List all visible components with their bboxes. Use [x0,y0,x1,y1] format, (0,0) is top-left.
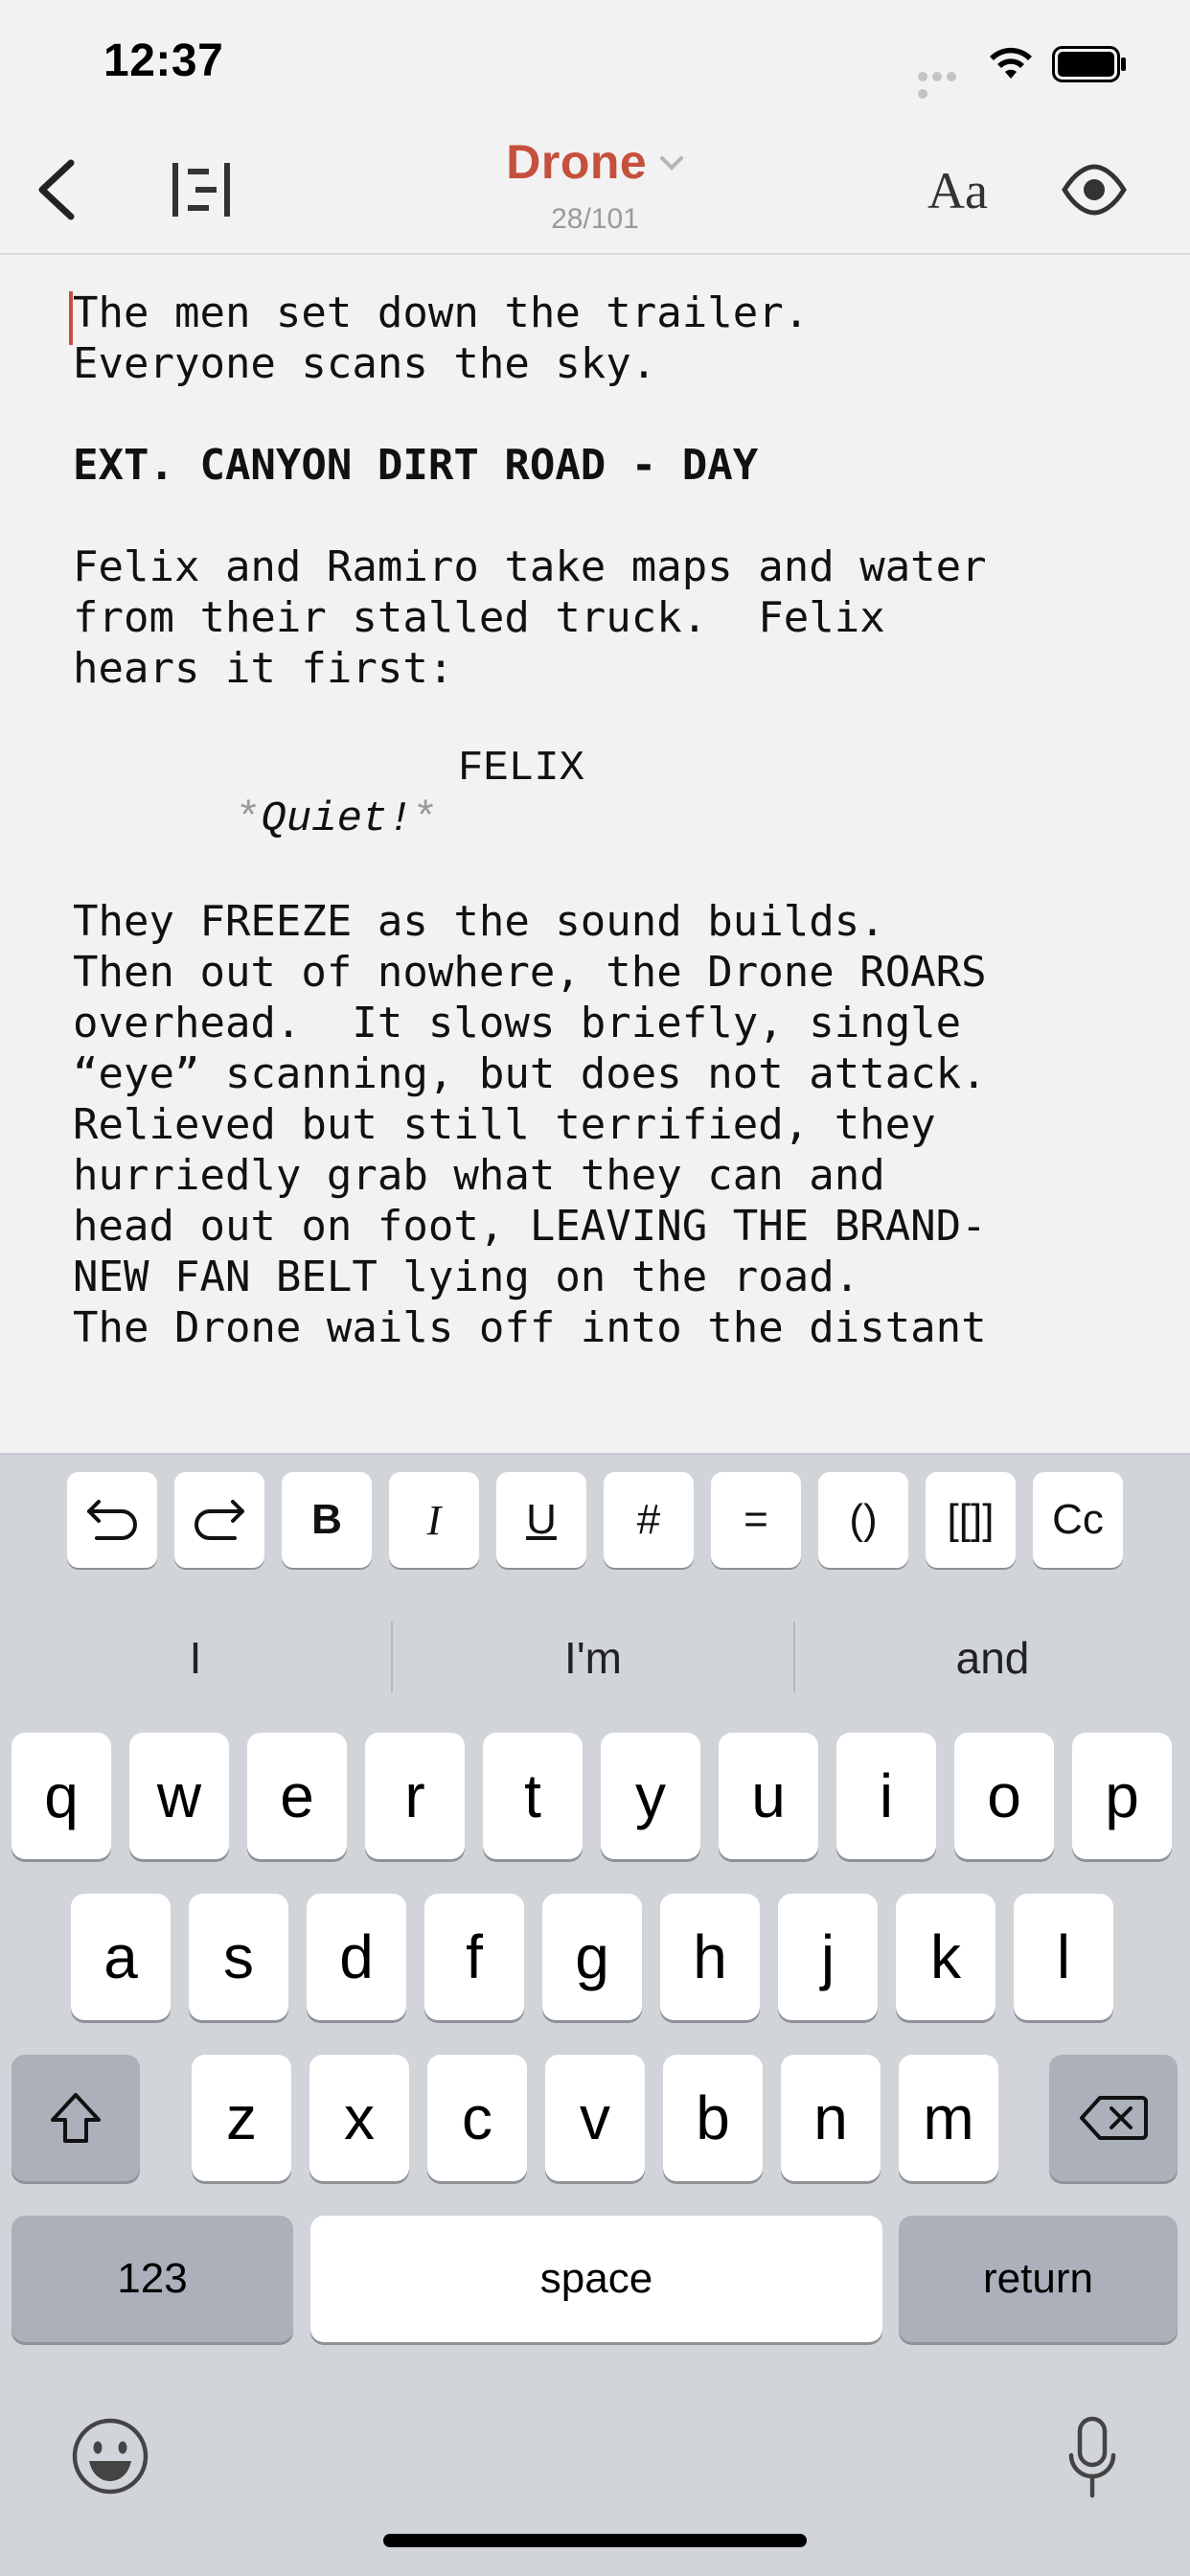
redo-icon [195,1500,244,1540]
suggestion-item[interactable]: I'm [393,1623,793,1692]
change-case-button[interactable]: Cc [1033,1472,1123,1568]
home-indicator[interactable] [383,2534,807,2547]
scene-heading-button[interactable]: # [604,1472,694,1568]
scene-heading: EXT. CANYON DIRT ROAD - DAY [73,441,759,490]
key-o[interactable]: o [954,1733,1054,1859]
key-c[interactable]: c [427,2055,527,2181]
parenthetical-button[interactable]: () [818,1472,908,1568]
script-editor[interactable]: The men set down the trailer. Everyone s… [0,255,1190,1453]
action-paragraph: The men set down the trailer. Everyone s… [73,288,810,388]
redo-button[interactable] [174,1472,264,1568]
status-bar: 12:37 [0,0,1190,125]
key-y[interactable]: y [601,1733,700,1859]
keyboard: I I'm and q w e r t y u i o p a s d f g … [0,1581,1190,2576]
status-time: 12:37 [103,35,224,86]
backspace-key[interactable] [1049,2055,1178,2181]
formatting-toolbar: B I U # = () [[]] Cc [0,1453,1190,1583]
emphasis-marker: * [236,795,262,843]
key-u[interactable]: u [719,1733,818,1859]
key-j[interactable]: j [778,1894,878,2020]
return-key[interactable]: return [899,2216,1178,2342]
nav-bar: Drone 28/101 Aa [0,125,1190,255]
predictive-bar: I I'm and [0,1581,1190,1735]
shift-icon [51,2093,101,2143]
action-paragraph: Felix and Ramiro take maps and water fro… [73,542,987,693]
underline-button[interactable]: U [496,1472,586,1568]
action-paragraph: They FREEZE as the sound builds. Then ou… [73,897,987,1098]
key-k[interactable]: k [896,1894,995,2020]
document-title-button[interactable]: Drone [0,134,1190,190]
key-p[interactable]: p [1072,1733,1172,1859]
key-f[interactable]: f [424,1894,524,2020]
key-n[interactable]: n [781,2055,881,2181]
key-b[interactable]: b [663,2055,763,2181]
key-m[interactable]: m [899,2055,998,2181]
suggestion-item[interactable]: and [795,1623,1190,1692]
eye-preview-icon[interactable] [1062,163,1127,217]
key-d[interactable]: d [307,1894,406,2020]
key-x[interactable]: x [309,2055,409,2181]
page-indicator: 28/101 [551,203,639,235]
undo-button[interactable] [67,1472,157,1568]
key-e[interactable]: e [247,1733,347,1859]
suggestion-item[interactable]: I [0,1623,391,1692]
dialogue-line: *Quiet!* [236,794,438,845]
chevron-down-icon [659,156,683,171]
key-h[interactable]: h [660,1894,760,2020]
shift-key[interactable] [11,2055,140,2181]
action-paragraph: The Drone wails off into the distant [73,1303,987,1352]
emoji-icon[interactable] [71,2417,149,2496]
backspace-icon [1080,2096,1148,2140]
key-s[interactable]: s [189,1894,288,2020]
undo-icon [87,1500,137,1540]
dialogue-text: Quiet! [261,795,413,843]
key-r[interactable]: r [365,1733,465,1859]
key-v[interactable]: v [545,2055,645,2181]
bold-button[interactable]: B [282,1472,372,1568]
key-l[interactable]: l [1014,1894,1113,2020]
key-a[interactable]: a [71,1894,171,2020]
cellular-signal-icon [918,69,973,99]
document-title: Drone [506,135,648,189]
numbers-key[interactable]: 123 [11,2216,293,2342]
synopsis-button[interactable]: = [711,1472,801,1568]
font-settings-button[interactable]: Aa [927,161,988,220]
action-paragraph: Relieved but still terrified, they hurri… [73,1100,987,1301]
space-key[interactable]: space [310,2216,882,2342]
italic-button[interactable]: I [389,1472,479,1568]
key-z[interactable]: z [192,2055,291,2181]
key-w[interactable]: w [129,1733,229,1859]
key-i[interactable]: i [836,1733,936,1859]
key-g[interactable]: g [542,1894,642,2020]
microphone-icon[interactable] [1065,2415,1119,2501]
key-t[interactable]: t [483,1733,583,1859]
wifi-icon [990,47,1032,79]
character-name: FELIX [458,745,585,793]
note-button[interactable]: [[]] [926,1472,1016,1568]
battery-icon [1052,46,1126,82]
emphasis-marker: * [412,795,439,843]
key-q[interactable]: q [11,1733,111,1859]
